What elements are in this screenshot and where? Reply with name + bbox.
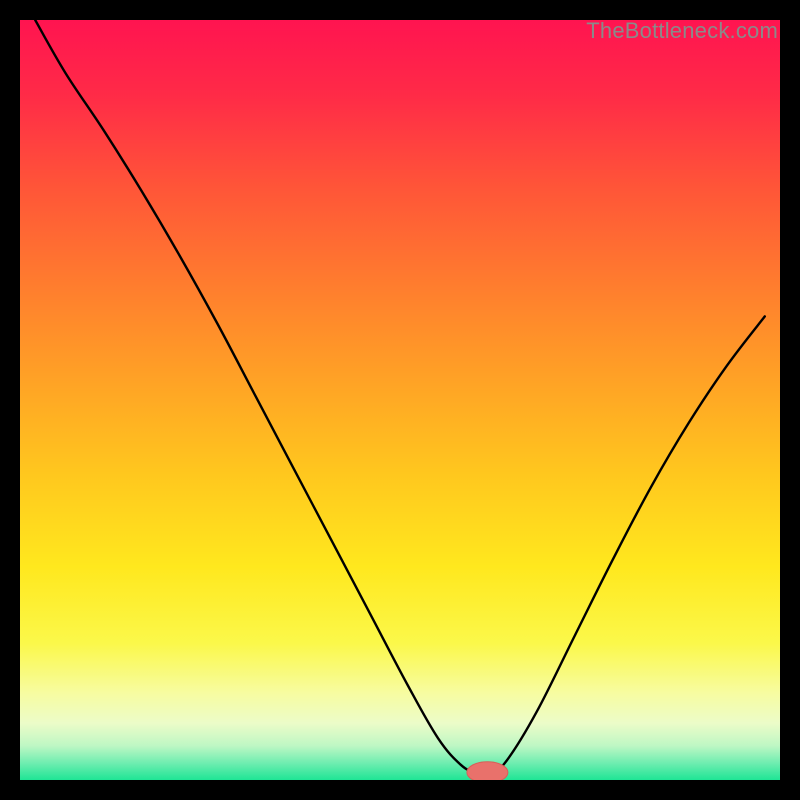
chart-frame: TheBottleneck.com [20,20,780,780]
watermark-text: TheBottleneck.com [586,18,778,44]
bottleneck-chart [20,20,780,780]
gradient-background [20,20,780,780]
optimal-point-marker [467,762,508,780]
